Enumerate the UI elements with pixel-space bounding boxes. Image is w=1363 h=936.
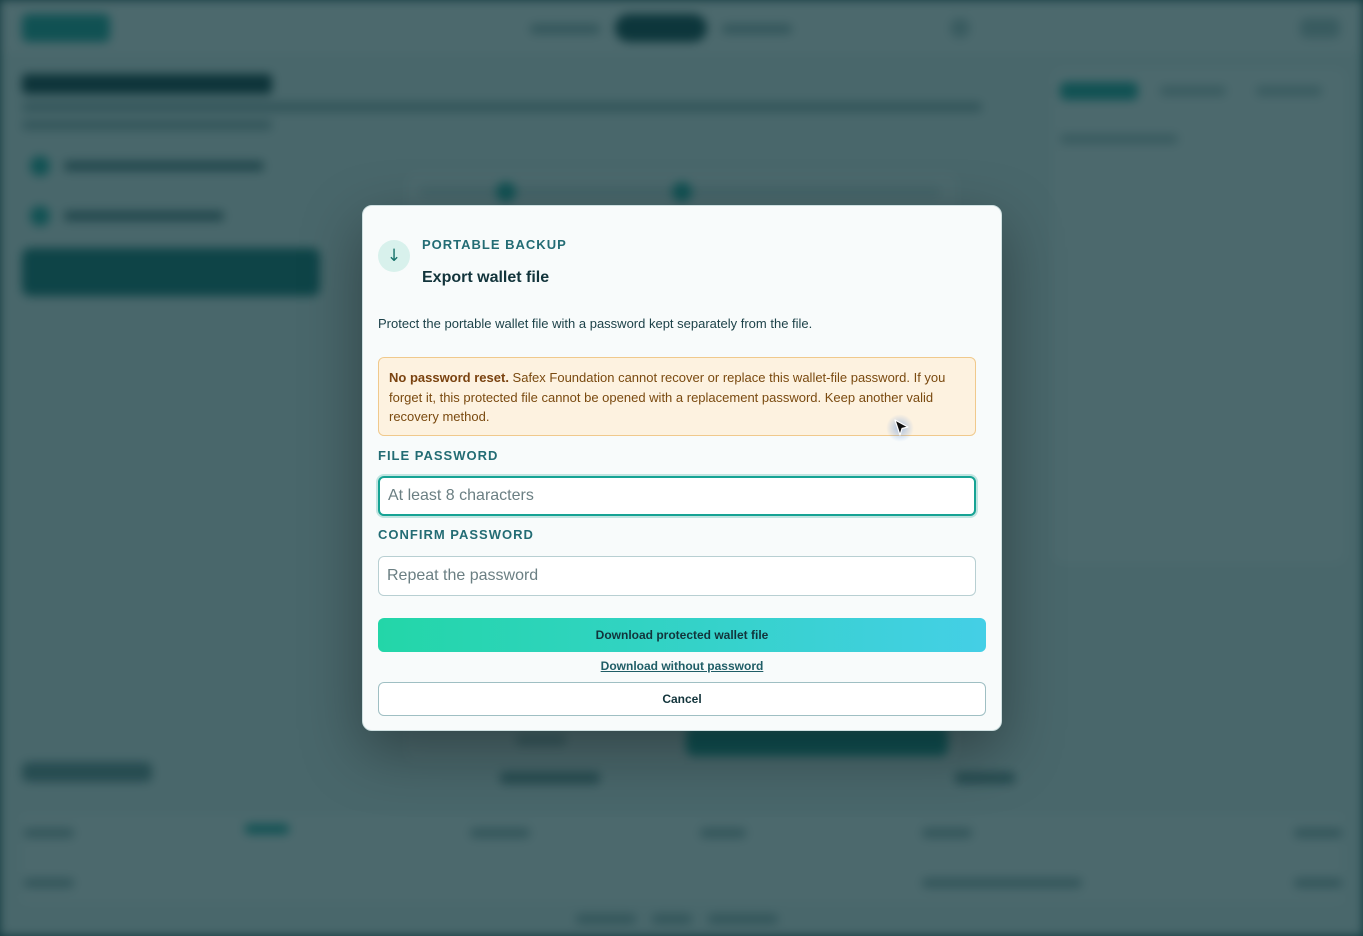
file-password-label: FILE PASSWORD	[378, 448, 499, 463]
mouse-cursor-icon	[894, 419, 909, 436]
download-without-password-link[interactable]: Download without password	[601, 659, 764, 673]
download-arrow-icon: ↓	[378, 240, 410, 272]
modal-description: Protect the portable wallet file with a …	[378, 316, 813, 331]
modal-eyebrow: PORTABLE BACKUP	[422, 237, 567, 252]
export-wallet-modal: ↓ PORTABLE BACKUP Export wallet file Pro…	[362, 205, 1002, 731]
download-protected-button[interactable]: Download protected wallet file	[378, 618, 986, 652]
warning-heading: No password reset.	[389, 370, 509, 385]
modal-title: Export wallet file	[422, 269, 550, 286]
confirm-password-input[interactable]	[378, 556, 976, 596]
cancel-button[interactable]: Cancel	[378, 682, 986, 716]
file-password-input[interactable]	[378, 476, 976, 516]
confirm-password-label: CONFIRM PASSWORD	[378, 527, 534, 542]
download-without-password-link-row: Download without password	[363, 659, 1001, 673]
